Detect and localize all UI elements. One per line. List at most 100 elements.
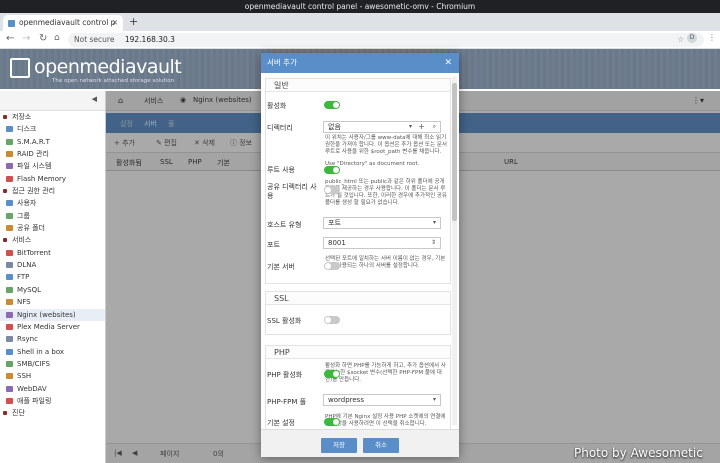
sidebar-item-disk[interactable]: 디스크 bbox=[0, 123, 105, 135]
rsync-icon bbox=[6, 336, 13, 343]
directory-label: 디렉터리 bbox=[267, 124, 293, 132]
sidebar-item-nginx[interactable]: Nginx (websites) bbox=[0, 308, 105, 321]
sidebar-item-services[interactable]: 서비스 bbox=[0, 234, 105, 246]
diagnostics-icon bbox=[3, 411, 7, 416]
address-bar[interactable]: Not secure 192.168.30.3 ☆ bbox=[68, 33, 704, 47]
directory-hint: 이 위치는 사용자/그룹 www-data에 대해 최소 읽기 권한을 가져야 … bbox=[325, 135, 447, 155]
collapse-icon[interactable]: ◀ bbox=[92, 95, 97, 103]
favicon-icon bbox=[8, 20, 15, 27]
sidebar-item-plex[interactable]: Plex Media Server bbox=[0, 321, 105, 333]
flash-icon bbox=[6, 175, 13, 182]
ssl-enable-toggle[interactable] bbox=[324, 316, 340, 324]
sidebar-item-smart[interactable]: S.M.A.R.T bbox=[0, 136, 105, 148]
url-text: 192.168.30.3 bbox=[124, 35, 175, 44]
profile-avatar[interactable]: D bbox=[687, 33, 697, 43]
browser-tab[interactable]: openmediavault control p ✕ bbox=[3, 15, 123, 31]
sidebar-item-raid[interactable]: RAID 관리 bbox=[0, 148, 105, 160]
back-icon[interactable]: ← bbox=[6, 33, 14, 44]
port-field[interactable]: 8001 ⇕ bbox=[323, 237, 441, 249]
sidebar-item-label: 파일 시스템 bbox=[17, 162, 52, 171]
default-settings-label: 기본 설정 bbox=[267, 419, 295, 427]
sidebar-item-smb[interactable]: SMB/CIFS bbox=[0, 358, 105, 370]
sidebar-item-label: 접근 권한 관리 bbox=[12, 187, 56, 196]
plex-icon bbox=[6, 323, 13, 330]
sidebar-item-flash[interactable]: Flash Memory bbox=[0, 173, 105, 185]
cancel-button[interactable]: 취소 bbox=[363, 438, 399, 453]
dialog-body: 일반 활성화 디렉터리 없음 ▾ + ⌕ 이 위치는 사용자/그룹 www-data에… bbox=[261, 73, 459, 429]
sidebar-item-ftp[interactable]: FTP bbox=[0, 271, 105, 283]
enable-label: 활성화 bbox=[267, 102, 287, 110]
tab-strip: openmediavault control p ✕ + bbox=[0, 13, 720, 31]
disk-icon bbox=[6, 126, 13, 133]
default-server-toggle[interactable] bbox=[324, 262, 340, 270]
stepper-icon: ⇕ bbox=[430, 239, 436, 246]
default-settings-hint: PHP에 기본 Nginx 설정 사용 PHP 소켓에의 연결에 서 구성을 사… bbox=[325, 414, 446, 427]
raid-icon bbox=[6, 151, 13, 158]
save-button[interactable]: 저장 bbox=[321, 438, 357, 453]
close-icon[interactable]: ✕ bbox=[444, 53, 452, 73]
sidebar-item-ssh[interactable]: SSH bbox=[0, 370, 105, 382]
sidebar-item-shell[interactable]: Shell in a box bbox=[0, 346, 105, 358]
watermark: Photo by Awesometic bbox=[574, 446, 703, 460]
nginx-icon bbox=[6, 311, 13, 318]
sidebar-item-label: MySQL bbox=[17, 285, 42, 294]
reload-icon[interactable]: ↻ bbox=[39, 33, 47, 44]
share-icon bbox=[6, 225, 13, 232]
navigation-sidebar: ◀ 저장소디스크 S.M.A.R.T RAID 관리파일 시스템 Flash Memo… bbox=[0, 91, 106, 463]
bookmark-star-icon[interactable]: ☆ bbox=[677, 33, 684, 47]
new-tab-button[interactable]: + bbox=[129, 15, 138, 28]
close-tab-icon[interactable]: ✕ bbox=[112, 15, 118, 31]
sidebar-item-access[interactable]: 접근 권한 관리 bbox=[0, 185, 105, 197]
php-enable-hint: 활성화 하면 PHP를 가능하게 하고, 추가 옵션에서 사 용가능한 $soc… bbox=[325, 363, 446, 383]
enable-toggle[interactable] bbox=[324, 101, 340, 109]
section-title-general: 일반 bbox=[266, 79, 450, 92]
root-toggle[interactable] bbox=[324, 166, 340, 174]
sidebar-item-label: WebDAV bbox=[17, 384, 47, 393]
sidebar-item-filesystem[interactable]: 파일 시스템 bbox=[0, 160, 105, 172]
sidebar-item-group[interactable]: 그룹 bbox=[0, 210, 105, 222]
sidebar-item-afp[interactable]: 애플 파일링 bbox=[0, 395, 105, 407]
not-secure-label: Not secure bbox=[74, 35, 115, 44]
sidebar-item-diagnostics[interactable]: 진단 bbox=[0, 407, 105, 419]
nfs-icon bbox=[6, 299, 13, 306]
default-settings-toggle[interactable] bbox=[324, 418, 340, 426]
sidebar-item-label: SSH bbox=[17, 372, 32, 381]
sidebar-item-share[interactable]: 공유 폴더 bbox=[0, 222, 105, 234]
default-server-label: 기본 서버 bbox=[267, 263, 295, 271]
sidebar-item-user[interactable]: 사용자 bbox=[0, 197, 105, 209]
sidebar-item-rsync[interactable]: Rsync bbox=[0, 333, 105, 345]
bittorrent-icon bbox=[6, 249, 13, 256]
dialog-scrollbar[interactable] bbox=[452, 77, 457, 425]
sidebar-item-label: SMB/CIFS bbox=[17, 359, 50, 368]
browser-menu-icon[interactable]: ⋮ bbox=[708, 33, 716, 42]
host-type-label: 호스트 유형 bbox=[267, 221, 302, 229]
sidebar-item-mysql[interactable]: MySQL bbox=[0, 284, 105, 296]
host-type-select[interactable]: 포트 ▾ bbox=[323, 217, 441, 229]
sidebar-item-label: BitTorrent bbox=[17, 248, 51, 257]
sidebar-item-label: 진단 bbox=[12, 409, 25, 418]
sidebar-item-label: 서비스 bbox=[12, 236, 32, 245]
public-toggle[interactable] bbox=[324, 186, 340, 194]
sidebar-item-storage[interactable]: 저장소 bbox=[0, 111, 105, 123]
sidebar-item-label: Rsync bbox=[17, 335, 38, 344]
public-hint: public_html 또는 public과 같은 하위 폴더에 공개 파일을 … bbox=[325, 179, 447, 206]
sidebar-item-bittorrent[interactable]: BitTorrent bbox=[0, 247, 105, 259]
directory-select[interactable]: 없음 ▾ + ⌕ bbox=[323, 121, 441, 133]
ssl-section: SSL bbox=[265, 291, 451, 335]
scrollbar-thumb[interactable] bbox=[452, 83, 457, 221]
forward-icon[interactable]: → bbox=[22, 33, 30, 44]
php-pool-select[interactable]: wordpress ▾ bbox=[323, 394, 441, 406]
sidebar-item-nfs[interactable]: NFS bbox=[0, 296, 105, 308]
window-title: openmediavault control panel - awesometi… bbox=[0, 0, 720, 13]
afp-icon bbox=[6, 397, 13, 404]
shell-icon bbox=[6, 348, 13, 355]
sidebar-item-webdav[interactable]: WebDAV bbox=[0, 383, 105, 395]
sidebar-item-label: 저장소 bbox=[12, 113, 32, 121]
sidebar-item-label: RAID 관리 bbox=[17, 150, 49, 159]
sidebar-item-dlna[interactable]: DLNA bbox=[0, 259, 105, 271]
sidebar-toolbar: ◀ bbox=[0, 91, 105, 111]
php-enable-toggle[interactable] bbox=[324, 370, 340, 378]
sidebar-item-label: 공유 폴더 bbox=[17, 224, 45, 233]
home-icon[interactable]: ⌂ bbox=[54, 33, 60, 43]
storage-icon bbox=[3, 115, 7, 119]
